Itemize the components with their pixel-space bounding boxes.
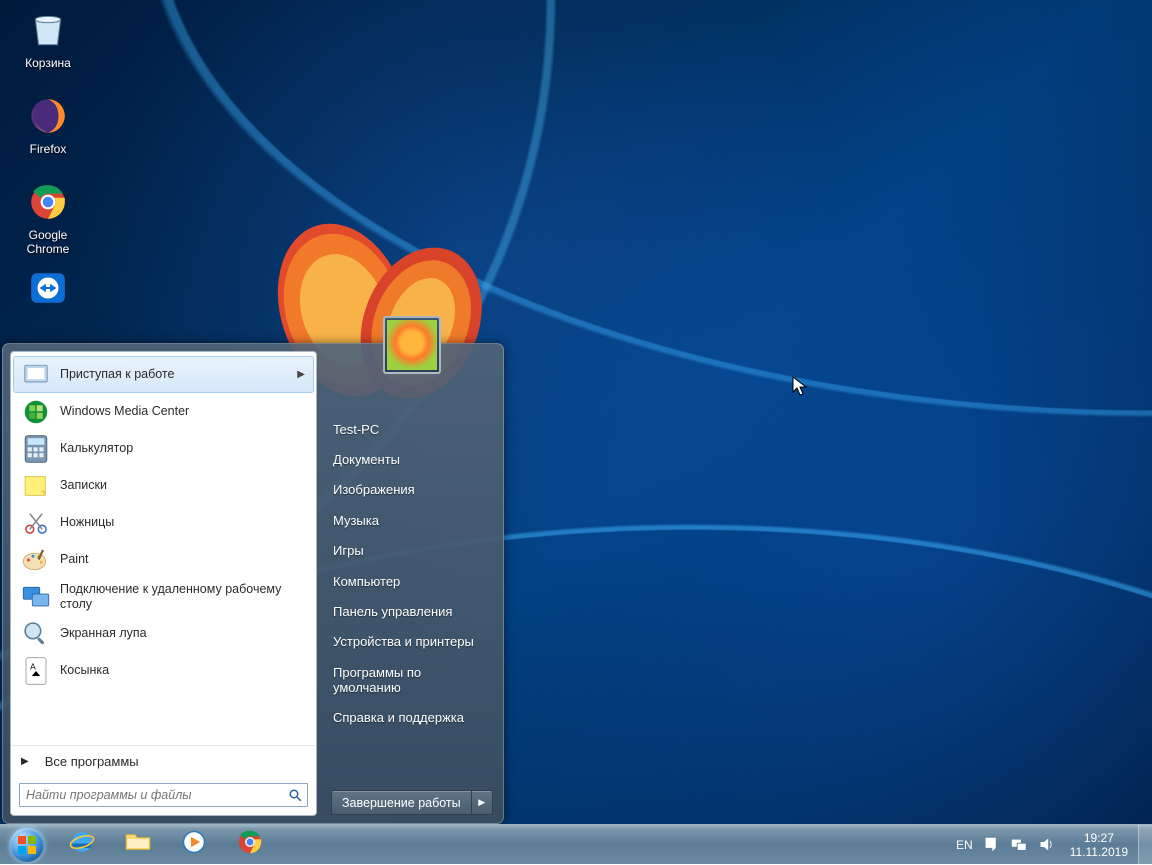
taskbar-pin-ie[interactable] <box>54 826 110 864</box>
tray-time: 19:27 <box>1070 831 1128 845</box>
svg-text:A: A <box>30 661 36 671</box>
start-right-link[interactable]: Программы по умолчанию <box>331 657 493 702</box>
start-right-link[interactable]: Изображения <box>331 475 493 505</box>
desktop-icon-label: Корзина <box>25 56 71 70</box>
desktop-icon-recycle-bin[interactable]: Корзина <box>10 6 86 92</box>
start-program-label: Косынка <box>60 663 305 678</box>
search-icon[interactable] <box>283 788 307 803</box>
start-program-item[interactable]: Windows Media Center <box>13 393 314 430</box>
start-right-link[interactable]: Музыка <box>331 505 493 535</box>
start-program-label: Paint <box>60 552 305 567</box>
all-programs-button[interactable]: ▶ Все программы <box>11 745 316 777</box>
tray-language-label: EN <box>956 838 973 852</box>
magnifier-icon <box>20 618 52 650</box>
desktop-icons: Корзина Firefox Google Chrome <box>10 6 90 314</box>
start-menu: Приступая к работе▶Windows Media CenterК… <box>2 343 504 824</box>
search-row <box>11 777 316 815</box>
desktop-icon-chrome[interactable]: Google Chrome <box>10 178 86 264</box>
desktop[interactable]: Корзина Firefox Google Chrome Приступая … <box>0 0 1152 864</box>
wmc-icon <box>20 396 52 428</box>
desktop-icon-firefox[interactable]: Firefox <box>10 92 86 178</box>
taskbar-pins <box>54 826 278 864</box>
start-right-link[interactable]: Устройства и принтеры <box>331 627 493 657</box>
user-picture-frame[interactable] <box>383 316 441 374</box>
start-right-link[interactable]: Test-PC <box>331 414 493 444</box>
windows-logo-icon <box>10 828 44 862</box>
sticky-notes-icon <box>20 470 52 502</box>
tray-language[interactable]: EN <box>951 825 978 864</box>
start-button[interactable] <box>0 825 54 865</box>
start-program-item[interactable]: A Косынка <box>13 652 314 689</box>
start-menu-left-panel: Приступая к работе▶Windows Media CenterК… <box>10 351 317 816</box>
tray-date: 11.11.2019 <box>1070 845 1128 859</box>
teamviewer-icon <box>24 264 72 312</box>
desktop-icon-label: Firefox <box>30 142 67 156</box>
wmp-icon <box>179 827 209 862</box>
user-picture-icon <box>387 320 437 370</box>
submenu-arrow-icon: ▶ <box>297 369 305 380</box>
shutdown-button[interactable]: Завершение работы <box>331 790 471 815</box>
snipping-tool-icon <box>20 507 52 539</box>
start-program-item[interactable]: Записки <box>13 467 314 504</box>
start-right-link[interactable]: Панель управления <box>331 596 493 626</box>
explorer-icon <box>123 827 153 862</box>
start-program-label: Ножницы <box>60 515 305 530</box>
start-program-item[interactable]: Ножницы <box>13 504 314 541</box>
all-programs-label: Все программы <box>45 754 139 769</box>
start-program-item[interactable]: Калькулятор <box>13 430 314 467</box>
start-program-label: Приступая к работе <box>60 367 297 382</box>
tray-network-icon[interactable] <box>1005 825 1033 864</box>
start-program-item[interactable]: Приступая к работе▶ <box>13 356 314 393</box>
start-program-label: Калькулятор <box>60 441 305 456</box>
start-program-label: Подключение к удаленному рабочему столу <box>60 582 305 612</box>
start-right-link[interactable]: Компьютер <box>331 566 493 596</box>
recycle-bin-icon <box>24 6 72 54</box>
tray-volume-icon[interactable] <box>1033 825 1060 864</box>
rdp-icon <box>20 581 52 613</box>
start-program-label: Записки <box>60 478 305 493</box>
taskbar-pin-explorer[interactable] <box>110 826 166 864</box>
shutdown-row: Завершение работы ▶ <box>331 790 493 815</box>
taskbar-pin-chrome[interactable] <box>222 826 278 864</box>
solitaire-icon: A <box>20 655 52 687</box>
paint-icon <box>20 544 52 576</box>
shutdown-options-button[interactable]: ▶ <box>471 790 493 815</box>
tray-action-center-icon[interactable] <box>978 825 1005 864</box>
start-program-item[interactable]: Подключение к удаленному рабочему столу <box>13 578 314 615</box>
show-desktop-button[interactable] <box>1138 825 1152 865</box>
system-tray: EN 19:27 11.11.2019 <box>951 825 1152 864</box>
start-right-link[interactable]: Справка и поддержка <box>331 702 493 732</box>
start-menu-right-links: Test-PCДокументыИзображенияМузыкаИгрыКом… <box>331 414 493 733</box>
desktop-icon-label: Google Chrome <box>10 228 86 256</box>
start-right-link[interactable]: Документы <box>331 444 493 474</box>
start-right-link[interactable]: Игры <box>331 536 493 566</box>
desktop-icon-teamviewer[interactable] <box>10 264 86 314</box>
firefox-icon <box>24 92 72 140</box>
search-box[interactable] <box>19 783 308 807</box>
triangle-right-icon: ▶ <box>478 797 485 808</box>
chrome-icon <box>236 828 264 861</box>
ie-icon <box>67 827 97 862</box>
start-program-item[interactable]: Экранная лупа <box>13 615 314 652</box>
taskbar: EN 19:27 11.11.2019 <box>0 824 1152 864</box>
calculator-icon <box>20 433 52 465</box>
getting-started-icon <box>20 359 52 391</box>
start-menu-programs: Приступая к работе▶ Windows Media Center К… <box>11 352 316 745</box>
tray-clock[interactable]: 19:27 11.11.2019 <box>1060 831 1138 859</box>
shutdown-label: Завершение работы <box>342 796 461 810</box>
search-input[interactable] <box>20 788 283 802</box>
taskbar-pin-wmp[interactable] <box>166 826 222 864</box>
start-program-item[interactable]: Paint <box>13 541 314 578</box>
start-program-label: Windows Media Center <box>60 404 305 419</box>
triangle-right-icon: ▶ <box>21 756 29 767</box>
chrome-icon <box>24 178 72 226</box>
start-program-label: Экранная лупа <box>60 626 305 641</box>
start-menu-right-panel: Test-PCДокументыИзображенияМузыкаИгрыКом… <box>317 344 503 823</box>
